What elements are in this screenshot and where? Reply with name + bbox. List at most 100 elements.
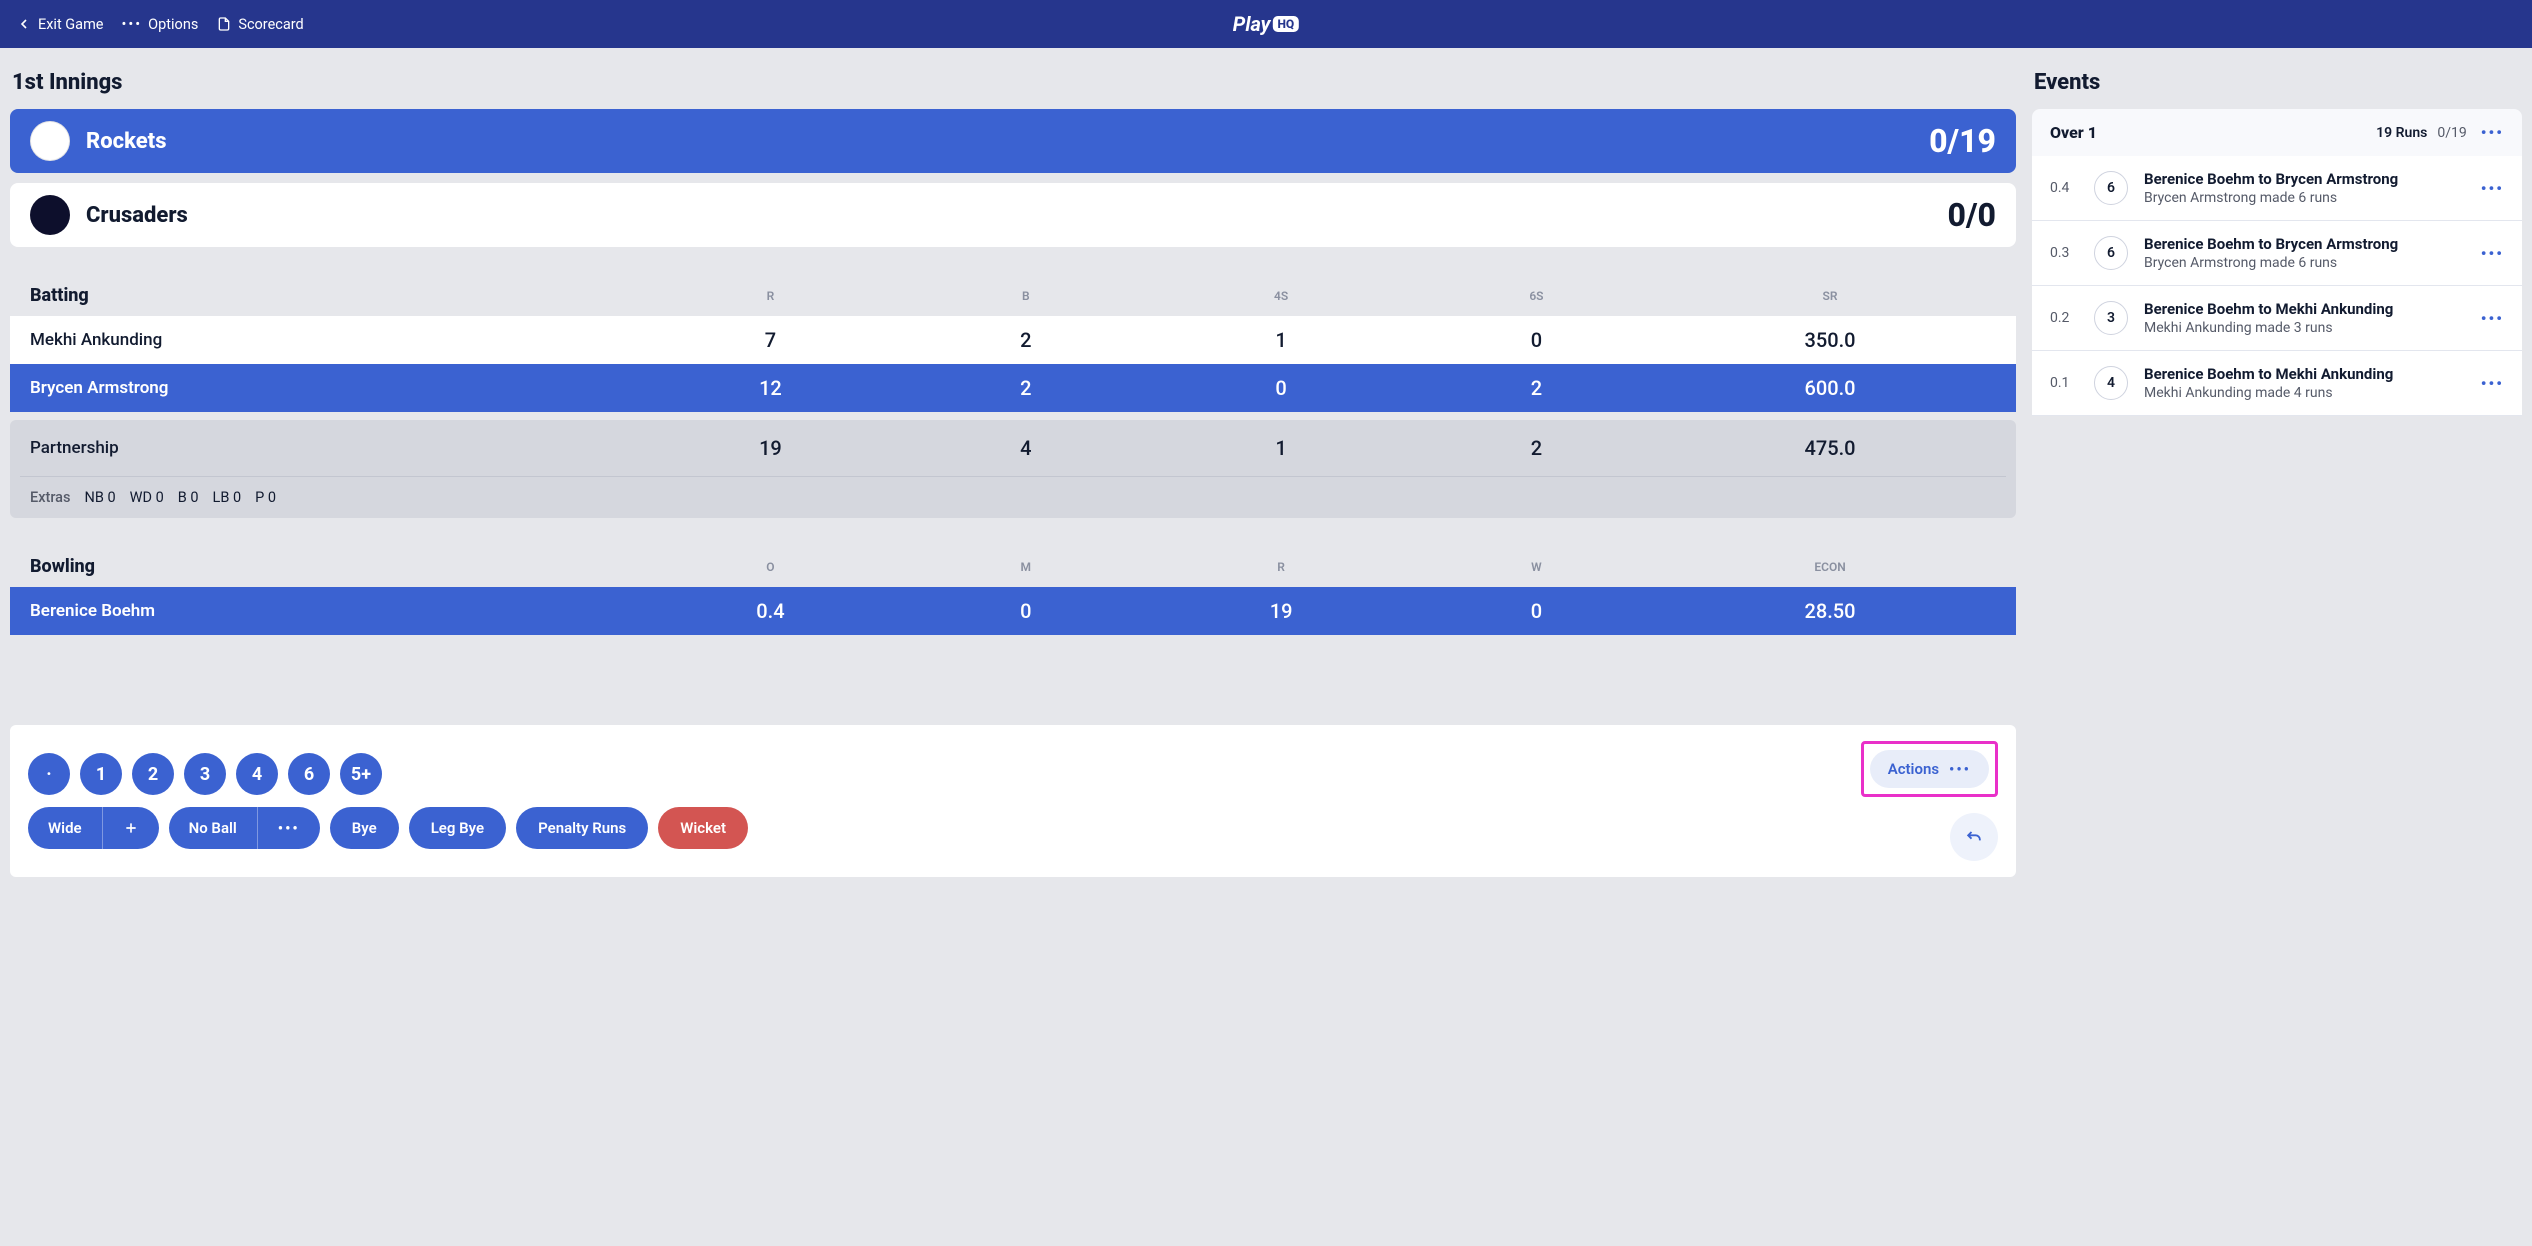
event-list: 0.4 6 Berenice Boehm to Brycen Armstrong… (2032, 156, 2522, 416)
over-card: Over 1 19 Runs 0/19 ••• 0.4 6 Berenice B… (2032, 109, 2522, 416)
bowler-row-current[interactable]: Berenice Boehm 0.4 0 19 0 28.50 (10, 587, 2016, 635)
legbye-button[interactable]: Leg Bye (409, 807, 506, 849)
event-menu-button[interactable]: ••• (2481, 179, 2504, 198)
actions-button[interactable]: Actions ••• (1870, 750, 1989, 788)
dots-icon: ••• (2481, 244, 2504, 263)
event-subtitle: Mekhi Ankunding made 4 runs (2144, 385, 2465, 401)
team-score: 0/19 (1929, 122, 1996, 160)
event-menu-button[interactable]: ••• (2481, 309, 2504, 328)
run-dot-button[interactable]: · (28, 753, 70, 795)
noball-button[interactable]: No Ball (169, 807, 257, 849)
wicket-button[interactable]: Wicket (658, 807, 748, 849)
event-title: Berenice Boehm to Mekhi Ankunding (2144, 365, 2465, 383)
partnership-6s: 2 (1409, 436, 1664, 460)
run-2-button[interactable]: 2 (132, 753, 174, 795)
extra-b: B 0 (178, 489, 199, 506)
event-title: Berenice Boehm to Brycen Armstrong (2144, 170, 2465, 188)
team-score-active[interactable]: Rockets 0/19 (10, 109, 2016, 173)
ball-result-badge: 6 (2094, 236, 2128, 270)
batter-6s: 2 (1409, 376, 1664, 400)
ball-result-badge: 4 (2094, 366, 2128, 400)
batter-sr: 600.0 (1664, 376, 1996, 400)
top-nav: Exit Game ••• Options Scorecard Play HQ (0, 0, 2532, 48)
exit-game-label: Exit Game (38, 16, 103, 33)
batting-header: Batting R B 4S 6S SR (10, 267, 2016, 316)
event-row: 0.3 6 Berenice Boehm to Brycen Armstrong… (2032, 221, 2522, 286)
batting-panel: Batting R B 4S 6S SR Mekhi Ankunding 7 2… (10, 267, 2016, 518)
bowler-r: 19 (1153, 599, 1408, 623)
team-score: 0/0 (1948, 196, 1996, 234)
batter-row-striker[interactable]: Brycen Armstrong 12 2 0 2 600.0 (10, 364, 2016, 412)
dots-icon: ••• (2481, 123, 2504, 142)
noball-more-button[interactable]: ••• (257, 807, 320, 849)
actions-highlight-box: Actions ••• (1861, 741, 1998, 797)
action-bar: · 1 2 3 4 6 5+ Wide No B (10, 725, 2016, 877)
plus-icon (123, 820, 139, 836)
run-5plus-button[interactable]: 5+ (340, 753, 382, 795)
extras-label: Extras (30, 489, 70, 506)
team-name: Crusaders (86, 203, 1932, 228)
run-buttons-row: · 1 2 3 4 6 5+ (28, 753, 748, 795)
partnership-row: Partnership 19 4 1 2 475.0 (10, 420, 2016, 476)
scorecard-link[interactable]: Scorecard (216, 16, 303, 33)
event-row: 0.2 3 Berenice Boehm to Mekhi Ankunding … (2032, 286, 2522, 351)
batter-b: 2 (898, 328, 1153, 352)
run-6-button[interactable]: 6 (288, 753, 330, 795)
dots-icon: ••• (2481, 309, 2504, 328)
col-4s: 4S (1153, 289, 1408, 303)
over-label: Over 1 (2050, 123, 2376, 142)
bowler-o: 0.4 (643, 599, 898, 623)
noball-button-group: No Ball ••• (169, 807, 320, 849)
col-m: M (898, 560, 1153, 574)
event-subtitle: Mekhi Ankunding made 3 runs (2144, 320, 2465, 336)
logo-badge: HQ (1272, 16, 1299, 32)
ball-number: 0.1 (2050, 375, 2078, 391)
col-sr: SR (1664, 289, 1996, 303)
col-o: O (643, 560, 898, 574)
dots-icon: ••• (121, 16, 142, 33)
event-menu-button[interactable]: ••• (2481, 374, 2504, 393)
batting-title: Batting (30, 285, 643, 306)
event-title: Berenice Boehm to Mekhi Ankunding (2144, 300, 2465, 318)
actions-label: Actions (1888, 760, 1939, 778)
ball-number: 0.4 (2050, 180, 2078, 196)
extras-line: Extras NB 0 WD 0 B 0 LB 0 P 0 (10, 477, 2016, 518)
wide-button[interactable]: Wide (28, 807, 102, 849)
ball-number: 0.2 (2050, 310, 2078, 326)
wide-plus-button[interactable] (102, 807, 159, 849)
arrow-left-icon (16, 16, 32, 32)
extra-p: P 0 (255, 489, 276, 506)
event-title: Berenice Boehm to Brycen Armstrong (2144, 235, 2465, 253)
batter-row[interactable]: Mekhi Ankunding 7 2 1 0 350.0 (10, 316, 2016, 364)
partnership-label: Partnership (30, 438, 643, 458)
app-logo: Play HQ (1233, 12, 1299, 36)
col-b: B (898, 289, 1153, 303)
bowling-panel: Bowling O M R W ECON Berenice Boehm 0.4 … (10, 538, 2016, 635)
partnership-block: Partnership 19 4 1 2 475.0 Extras NB 0 W… (10, 420, 2016, 518)
over-score: 0/19 (2437, 125, 2466, 141)
dots-icon: ••• (1949, 760, 1971, 778)
run-4-button[interactable]: 4 (236, 753, 278, 795)
options-label: Options (148, 16, 198, 33)
team-score-inactive[interactable]: Crusaders 0/0 (10, 183, 2016, 247)
partnership-b: 4 (898, 436, 1153, 460)
exit-game-link[interactable]: Exit Game (16, 16, 103, 33)
run-1-button[interactable]: 1 (80, 753, 122, 795)
batter-name: Brycen Armstrong (30, 378, 643, 398)
logo-prefix: Play (1233, 12, 1271, 36)
batter-sr: 350.0 (1664, 328, 1996, 352)
dots-icon: ••• (2481, 374, 2504, 393)
penalty-button[interactable]: Penalty Runs (516, 807, 648, 849)
partnership-4s: 1 (1153, 436, 1408, 460)
ball-number: 0.3 (2050, 245, 2078, 261)
batter-4s: 1 (1153, 328, 1408, 352)
event-menu-button[interactable]: ••• (2481, 244, 2504, 263)
over-menu-button[interactable]: ••• (2481, 123, 2504, 142)
innings-title: 1st Innings (12, 70, 2014, 95)
options-link[interactable]: ••• Options (121, 16, 198, 33)
run-3-button[interactable]: 3 (184, 753, 226, 795)
bowler-name: Berenice Boehm (30, 601, 643, 621)
undo-button[interactable] (1950, 813, 1998, 861)
extra-buttons-row: Wide No Ball ••• Bye Leg Bye Penalty Run… (28, 807, 748, 849)
bye-button[interactable]: Bye (330, 807, 399, 849)
